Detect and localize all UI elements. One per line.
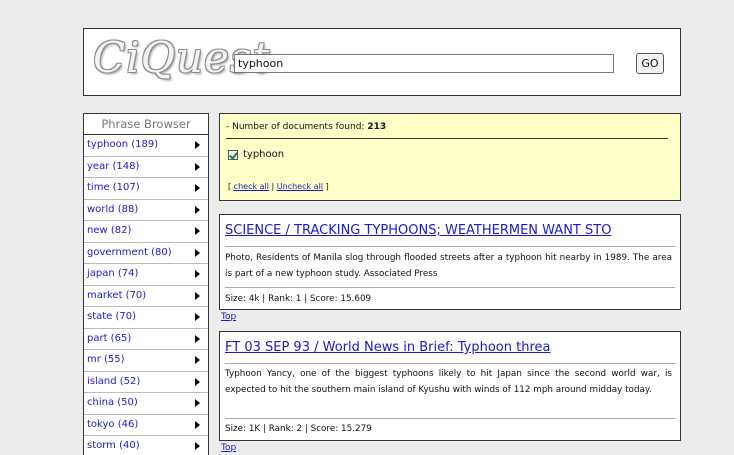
bracket-close: ] <box>325 182 329 191</box>
expand-arrow-icon[interactable] <box>195 141 200 149</box>
phrase-item[interactable]: world (88) <box>84 200 208 221</box>
phrase-item[interactable]: japan (74) <box>84 264 208 286</box>
search-result: FT 03 SEP 93 / World News in Brief: Typh… <box>219 331 681 441</box>
phrase-link[interactable]: market (70) <box>87 290 146 301</box>
result-title-link[interactable]: SCIENCE / TRACKING TYPHOONS; WEATHERMEN … <box>225 223 611 238</box>
phrase-item[interactable]: market (70) <box>84 286 208 307</box>
phrase-item[interactable]: new (82) <box>84 221 208 243</box>
expand-arrow-icon[interactable] <box>195 248 200 257</box>
divider <box>225 363 675 364</box>
result-snippet: Typhoon Yancy, one of the biggest typhoo… <box>225 369 672 395</box>
phrase-item[interactable]: mr (55) <box>84 350 208 372</box>
check-links: [ check all | Uncheck all ] <box>228 182 329 191</box>
phrase-link[interactable]: mr (55) <box>87 354 125 365</box>
check-all-link[interactable]: check all <box>234 182 269 191</box>
term-checkbox[interactable] <box>228 149 238 160</box>
phrase-link[interactable]: japan (74) <box>87 268 138 279</box>
divider <box>225 246 675 247</box>
uncheck-all-link[interactable]: Uncheck all <box>277 182 323 191</box>
results-summary: - Number of documents found: 213 typhoon… <box>219 113 681 201</box>
expand-arrow-icon[interactable] <box>195 205 200 214</box>
phrase-link[interactable]: year (148) <box>87 161 139 172</box>
phrase-link[interactable]: tokyo (46) <box>87 419 138 430</box>
expand-arrow-icon[interactable] <box>195 442 200 450</box>
phrase-item[interactable]: government (80) <box>84 243 208 264</box>
result-title-link[interactable]: FT 03 SEP 93 / World News in Brief: Typh… <box>225 340 551 355</box>
expand-arrow-icon[interactable] <box>195 420 200 429</box>
phrase-link[interactable]: world (88) <box>87 204 138 215</box>
result-meta: Size: 1K | Rank: 2 | Score: 15.279 <box>225 424 372 434</box>
expand-arrow-icon[interactable] <box>195 184 200 192</box>
link-separator: | <box>271 182 275 191</box>
top-link[interactable]: Top <box>221 312 236 322</box>
phrase-item[interactable]: island (52) <box>84 372 208 393</box>
phrase-item[interactable]: state (70) <box>84 307 208 329</box>
phrase-link[interactable]: storm (40) <box>87 440 140 451</box>
header-panel: CiQuest GO <box>83 28 681 96</box>
divider <box>225 287 675 288</box>
phrase-link[interactable]: typhoon (189) <box>87 139 158 150</box>
top-link[interactable]: Top <box>221 443 236 453</box>
expand-arrow-icon[interactable] <box>195 377 200 386</box>
divider <box>226 138 668 139</box>
phrase-item[interactable]: year (148) <box>84 157 208 178</box>
expand-arrow-icon[interactable] <box>195 270 200 278</box>
phrase-link[interactable]: island (52) <box>87 376 140 387</box>
expand-arrow-icon[interactable] <box>195 399 200 407</box>
phrase-item[interactable]: time (107) <box>84 178 208 200</box>
phrase-item[interactable]: tokyo (46) <box>84 415 208 436</box>
term-label: typhoon <box>243 149 285 160</box>
phrase-item[interactable]: storm (40) <box>84 436 208 455</box>
expand-arrow-icon[interactable] <box>195 313 200 321</box>
expand-arrow-icon[interactable] <box>195 291 200 300</box>
bracket-open: [ <box>228 182 232 191</box>
phrase-item[interactable]: typhoon (189) <box>84 135 208 157</box>
search-input[interactable] <box>234 54 614 73</box>
phrase-link[interactable]: state (70) <box>87 311 136 322</box>
phrase-link[interactable]: government (80) <box>87 247 172 258</box>
result-meta: Size: 4k | Rank: 1 | Score: 15.609 <box>225 294 372 304</box>
documents-found-text: - Number of documents found: 213 <box>226 122 386 132</box>
phrase-link[interactable]: time (107) <box>87 182 140 193</box>
divider <box>225 418 675 419</box>
expand-arrow-icon[interactable] <box>195 334 200 343</box>
phrase-link[interactable]: china (50) <box>87 397 138 408</box>
documents-found-label: - Number of documents found: <box>226 122 365 132</box>
expand-arrow-icon[interactable] <box>195 227 200 235</box>
phrase-link[interactable]: part (65) <box>87 333 131 344</box>
expand-arrow-icon[interactable] <box>195 356 200 364</box>
go-button[interactable]: GO <box>636 53 664 74</box>
phrase-browser: Phrase Browser typhoon (189) year (148) … <box>83 113 209 455</box>
term-row: typhoon <box>228 149 284 160</box>
expand-arrow-icon[interactable] <box>195 162 200 171</box>
phrase-browser-title: Phrase Browser <box>84 114 208 135</box>
phrase-item[interactable]: part (65) <box>84 329 208 350</box>
result-snippet: Photo, Residents of Manila slog through … <box>225 253 672 279</box>
phrase-item[interactable]: china (50) <box>84 393 208 415</box>
phrase-link[interactable]: new (82) <box>87 225 131 236</box>
documents-found-count: 213 <box>367 122 387 132</box>
search-result: SCIENCE / TRACKING TYPHOONS; WEATHERMEN … <box>219 214 681 310</box>
